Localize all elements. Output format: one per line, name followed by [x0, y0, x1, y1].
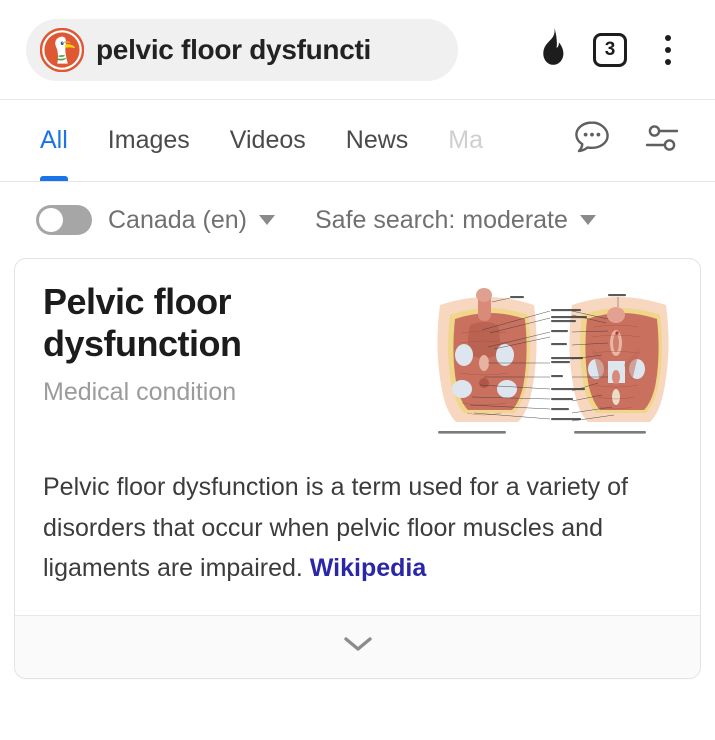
region-label: Canada (en) [108, 205, 247, 234]
tab-all[interactable]: All [40, 100, 68, 181]
address-bar[interactable]: pelvic floor dysfuncti [26, 18, 458, 81]
region-selector[interactable]: Canada (en) [108, 206, 275, 235]
pelvic-anatomy-diagram[interactable] [422, 285, 672, 445]
browser-top-bar: pelvic floor dysfuncti 3 [0, 0, 715, 100]
tab-switcher-button[interactable]: 3 [581, 21, 639, 79]
tab-maps[interactable]: Ma [448, 100, 483, 181]
knowledge-panel-text: Pelvic floor dysfunction Medical conditi… [43, 281, 422, 445]
chat-icon [571, 118, 613, 163]
expand-card-button[interactable] [15, 614, 700, 678]
safe-search-label: Safe search: moderate [314, 205, 568, 234]
knowledge-panel-header: Pelvic floor dysfunction Medical conditi… [15, 259, 700, 453]
safe-search-selector[interactable]: Safe search: moderate [315, 206, 596, 235]
wikipedia-source-link[interactable]: Wikipedia [310, 554, 426, 582]
tab-images[interactable]: Images [108, 100, 190, 181]
knowledge-panel-card: Pelvic floor dysfunction Medical conditi… [14, 258, 701, 679]
browser-actions: 3 [523, 21, 697, 79]
tab-images-label: Images [107, 126, 190, 154]
chevron-down-icon [579, 215, 596, 225]
fire-button[interactable] [523, 21, 581, 79]
chevron-down-icon [341, 634, 375, 659]
entity-subtitle: Medical condition [43, 377, 237, 406]
search-results: Pelvic floor dysfunction Medical conditi… [0, 258, 715, 679]
address-bar-query[interactable]: pelvic floor dysfuncti [96, 34, 371, 66]
anonymous-toggle[interactable] [36, 205, 92, 235]
search-tab-actions [557, 110, 715, 171]
chevron-down-icon [258, 215, 275, 225]
tab-videos[interactable]: Videos [230, 100, 306, 181]
tab-count-label: 3 [604, 39, 616, 60]
tab-count-box-icon: 3 [593, 32, 627, 67]
search-vertical-tabs: All Images Videos News Ma [0, 100, 715, 182]
search-settings-icon [641, 118, 683, 163]
search-filters-row: Canada (en) Safe search: moderate [0, 182, 715, 258]
tab-news-label: News [345, 126, 409, 154]
search-settings-button[interactable] [627, 111, 697, 171]
tab-maps-label: Ma [448, 126, 484, 154]
flame-icon [535, 27, 569, 72]
tab-all-label: All [40, 126, 68, 154]
browser-menu-button[interactable] [639, 21, 697, 79]
page-title: Pelvic floor dysfunction [43, 281, 242, 365]
entity-description: Pelvic floor dysfunction is a term used … [15, 453, 700, 615]
tab-videos-label: Videos [229, 126, 306, 154]
duckduckgo-logo-icon [39, 27, 85, 72]
kebab-menu-icon [665, 32, 671, 68]
tab-news[interactable]: News [346, 100, 409, 181]
chat-button[interactable] [557, 111, 627, 171]
